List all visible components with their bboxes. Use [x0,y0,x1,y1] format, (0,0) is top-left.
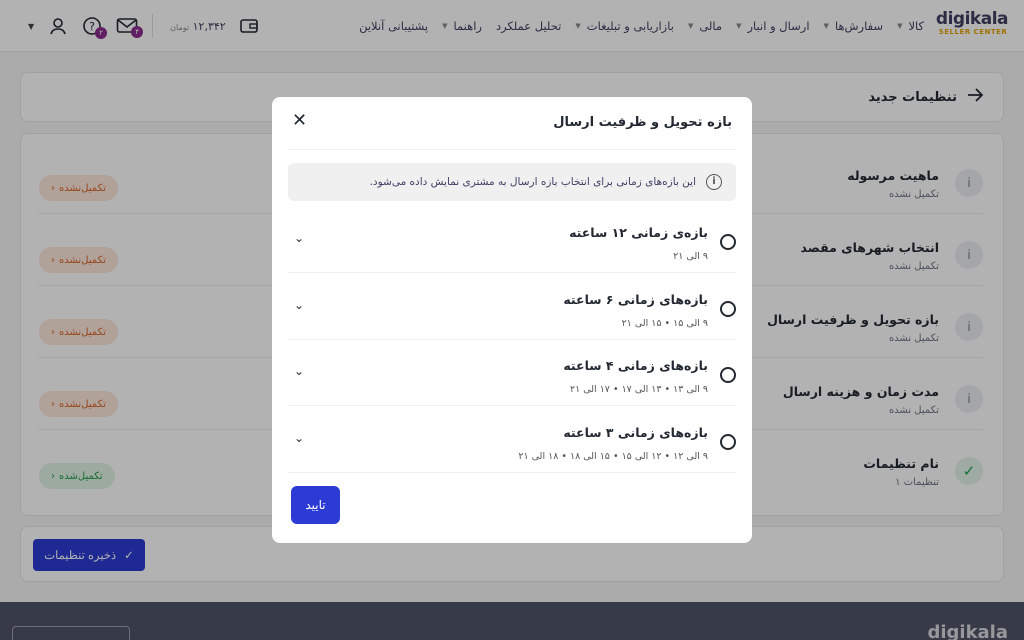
confirm-button[interactable]: تایید [291,486,340,524]
option-row[interactable]: بازه‌های زمانی ۳ ساعته ۹ الی ۱۲ • ۱۲ الی… [288,407,736,473]
radio-button[interactable] [720,434,736,450]
option-row[interactable]: بازه‌های زمانی ۴ ساعته ۹ الی ۱۳ • ۱۳ الی… [288,340,736,406]
option-title: بازه‌های زمانی ۶ ساعته [563,292,708,307]
option-values: ۹ الی ۱۵ • ۱۵ الی ۲۱ [621,318,708,329]
option-title: بازه‌ی زمانی ۱۲ ساعته [569,225,708,240]
radio-button[interactable] [720,301,736,317]
chevron-down-icon[interactable]: ⌄ [294,298,304,312]
option-title: بازه‌های زمانی ۳ ساعته [563,425,708,440]
option-title: بازه‌های زمانی ۴ ساعته [563,358,708,373]
modal-title: بازه تحویل و ظرفیت ارسال [553,115,732,130]
radio-button[interactable] [720,367,736,383]
chevron-down-icon[interactable]: ⌄ [294,364,304,378]
chevron-down-icon[interactable]: ⌄ [294,231,304,245]
option-values: ۹ الی ۱۲ • ۱۲ الی ۱۵ • ۱۵ الی ۱۸ • ۱۸ ال… [518,451,708,462]
info-text: این بازه‌های زمانی برای انتخاب بازه ارسا… [369,176,696,188]
info-banner: i این بازه‌های زمانی برای انتخاب بازه ار… [288,163,736,201]
option-values: ۹ الی ۲۱ [673,251,708,262]
close-icon[interactable]: ✕ [292,111,307,131]
option-row[interactable]: بازه‌ی زمانی ۱۲ ساعته ۹ الی ۲۱ ⌄ [288,207,736,273]
info-icon: i [706,174,722,190]
option-values: ۹ الی ۱۳ • ۱۳ الی ۱۷ • ۱۷ الی ۲۱ [569,384,708,395]
radio-button[interactable] [720,234,736,250]
delivery-window-modal: بازه تحویل و ظرفیت ارسال ✕ i این بازه‌ها… [272,97,752,543]
option-row[interactable]: بازه‌های زمانی ۶ ساعته ۹ الی ۱۵ • ۱۵ الی… [288,274,736,340]
chevron-down-icon[interactable]: ⌄ [294,431,304,445]
divider [288,149,736,150]
